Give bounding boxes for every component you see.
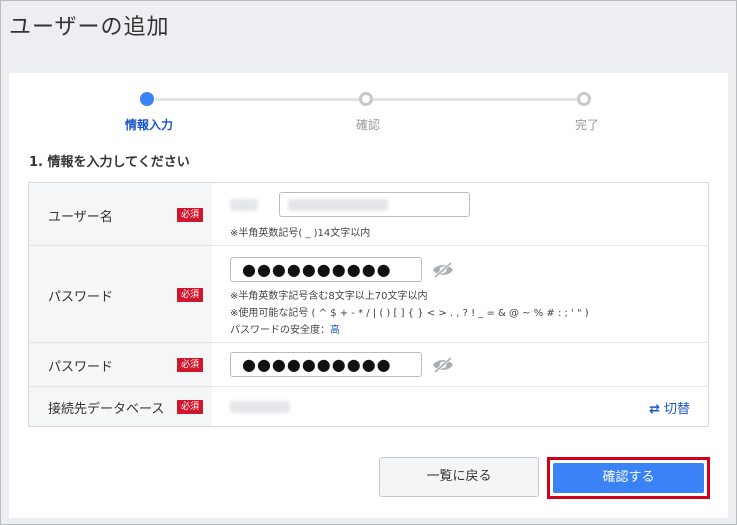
password-strength-label: パスワードの安全度：	[230, 325, 330, 336]
hide-password-icon[interactable]	[432, 262, 454, 278]
database-switch-link[interactable]: ⇄ 切替	[649, 398, 690, 417]
confirm-button[interactable]: 確認する	[553, 463, 704, 493]
username-prefix-redacted	[230, 199, 258, 211]
required-badge: 必須	[177, 358, 203, 372]
confirm-button-highlight: 確認する	[547, 457, 710, 499]
database-row: 接続先データベース 必須 ⇄ 切替	[29, 387, 708, 426]
password-masked-value: ●●●●●●●●●●	[242, 260, 392, 279]
username-row: ユーザー名 必須 ※半角英数記号( _ )14文字以内	[29, 183, 708, 246]
username-label: ユーザー名	[48, 210, 113, 225]
required-badge: 必須	[177, 288, 203, 302]
progress-stepper: 情報入力 確認 完了	[9, 73, 728, 143]
step-connector	[373, 98, 585, 101]
user-form: ユーザー名 必須 ※半角英数記号( _ )14文字以内 パスワード 必須 ●●●…	[28, 182, 709, 427]
password-input[interactable]: ●●●●●●●●●●	[230, 257, 422, 282]
step-connector	[155, 98, 367, 101]
password-symbols-hint: ※使用可能な記号 ( ^ $ + - * / | ( ) [ ] { } < >…	[230, 308, 589, 319]
step-indicator-input	[140, 92, 154, 106]
database-value-redacted	[230, 401, 290, 413]
username-input[interactable]	[279, 192, 470, 217]
step-label-confirm: 確認	[355, 118, 380, 132]
username-hint: ※半角英数記号( _ )14文字以内	[230, 228, 371, 239]
required-badge: 必須	[177, 400, 203, 414]
back-to-list-button[interactable]: 一覧に戻る	[379, 457, 539, 497]
password-confirm-row: パスワード 必須 ●●●●●●●●●●	[29, 343, 708, 387]
step-indicator-complete	[577, 92, 591, 106]
app-window: ユーザーの追加 情報入力 確認 完了 1. 情報を入力してください ユーザー名 …	[0, 0, 737, 525]
swap-arrows-icon: ⇄	[649, 402, 660, 417]
required-badge: 必須	[177, 208, 203, 222]
section-title: 1. 情報を入力してください	[29, 155, 190, 170]
step-label-complete: 完了	[574, 118, 599, 132]
password-confirm-input[interactable]: ●●●●●●●●●●	[230, 352, 422, 377]
password-confirm-label: パスワード	[48, 360, 114, 375]
page-title: ユーザーの追加	[9, 15, 170, 40]
password-label: パスワード	[48, 290, 114, 305]
password-row: パスワード 必須 ●●●●●●●●●● ※半角英数字記号含む8文字以上70文字以…	[29, 246, 708, 343]
password-length-hint: ※半角英数字記号含む8文字以上70文字以内	[230, 291, 428, 302]
password-confirm-masked-value: ●●●●●●●●●●	[242, 355, 392, 374]
password-strength-value: 高	[330, 325, 340, 336]
username-value-redacted	[288, 199, 388, 211]
form-card: 情報入力 確認 完了 1. 情報を入力してください ユーザー名 必須 ※半角英数…	[9, 73, 728, 518]
database-label: 接続先データベース	[48, 402, 165, 417]
password-strength: パスワードの安全度：高	[230, 321, 340, 336]
database-switch-label: 切替	[663, 402, 690, 417]
hide-password-confirm-icon[interactable]	[432, 357, 454, 373]
step-label-input: 情報入力	[124, 118, 173, 132]
step-indicator-confirm	[359, 92, 373, 106]
